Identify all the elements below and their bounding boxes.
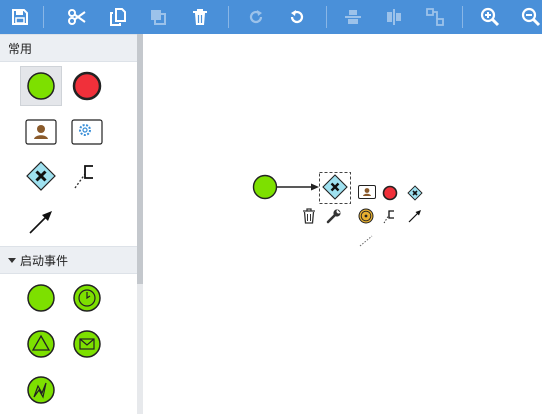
connector-button[interactable]: [422, 4, 448, 30]
copy-icon: [110, 8, 126, 26]
connector-icon: [426, 8, 444, 26]
service-task-icon: [71, 119, 103, 145]
wrench-icon: [326, 209, 341, 224]
palette-end-event[interactable]: [66, 66, 108, 106]
section-title: 常用: [8, 41, 33, 56]
align-vertical-button[interactable]: [381, 4, 407, 30]
diagram-canvas[interactable]: [143, 34, 542, 414]
palette-start-event[interactable]: [20, 66, 62, 106]
palette-sequence-flow[interactable]: [20, 202, 62, 242]
delete-button[interactable]: [187, 4, 213, 30]
shape-palette: 常用 启动事件: [0, 34, 137, 414]
exclusive-gateway-icon: [407, 185, 423, 201]
start-event-icon: [27, 72, 55, 100]
context-append-annotation[interactable]: [382, 208, 400, 226]
association-icon: [359, 235, 373, 247]
redo-icon: [249, 10, 263, 24]
context-connect-association[interactable]: [358, 232, 376, 250]
zoom-in-icon: [480, 7, 500, 27]
palette-exclusive-gateway[interactable]: [20, 156, 62, 196]
section-title: 启动事件: [20, 253, 69, 268]
palette-user-task[interactable]: [20, 112, 62, 152]
palette-service-task[interactable]: [66, 112, 108, 152]
start-none-event-icon: [27, 284, 55, 312]
toolbar-separator: [43, 6, 44, 28]
zoom-out-button[interactable]: [518, 4, 542, 30]
start-signal-event-icon: [27, 330, 55, 358]
zoom-out-icon: [521, 7, 541, 27]
palette-start-none-event[interactable]: [20, 278, 62, 318]
user-task-icon: [358, 185, 376, 199]
sequence-flow-icon: [29, 211, 52, 234]
toolbar-separator: [228, 6, 229, 28]
palette-section-start-events[interactable]: 启动事件: [0, 246, 137, 274]
exclusive-gateway-icon: [26, 161, 56, 191]
cut-button[interactable]: [64, 4, 90, 30]
start-event[interactable]: [252, 174, 278, 200]
align-horizontal-icon: [345, 10, 361, 24]
annotation-icon: [383, 210, 394, 224]
palette-annotation[interactable]: [66, 156, 108, 196]
exclusive-gateway[interactable]: [322, 174, 348, 200]
palette-start-message-event[interactable]: [66, 324, 108, 364]
sequence-flow-icon: [408, 210, 421, 223]
context-append-end-event[interactable]: [382, 185, 400, 203]
end-event-icon: [382, 185, 398, 201]
copy-button[interactable]: [105, 4, 131, 30]
context-append-gateway[interactable]: [407, 185, 425, 203]
context-connect-sequence-flow[interactable]: [407, 208, 425, 226]
intermediate-event-icon: [358, 208, 374, 224]
undo-icon: [290, 10, 304, 24]
save-button[interactable]: [7, 4, 33, 30]
delete-icon: [303, 208, 315, 224]
zoom-in-button[interactable]: [477, 4, 503, 30]
annotation-icon: [74, 165, 93, 189]
palette-start-timer-event[interactable]: [66, 278, 108, 318]
align-horizontal-button[interactable]: [340, 4, 366, 30]
user-task-icon: [25, 119, 57, 145]
context-delete-button[interactable]: [302, 208, 320, 226]
context-append-user-task[interactable]: [358, 185, 376, 203]
redo-button[interactable]: [243, 4, 269, 30]
toolbar-separator: [462, 6, 463, 28]
sequence-flow[interactable]: [277, 183, 319, 191]
toolbar-separator: [326, 6, 327, 28]
start-error-event-icon: [27, 376, 55, 404]
start-message-event-icon: [73, 330, 101, 358]
end-event-icon: [72, 71, 102, 101]
toolbar: [0, 0, 542, 34]
chevron-down-icon: [8, 257, 16, 263]
cut-icon: [68, 9, 86, 25]
undo-button[interactable]: [284, 4, 310, 30]
start-timer-event-icon: [73, 284, 101, 312]
context-append-intermediate-event[interactable]: [358, 208, 376, 226]
save-icon: [12, 9, 28, 25]
paste-button[interactable]: [145, 4, 171, 30]
palette-section-common[interactable]: 常用: [0, 34, 137, 62]
context-change-type-button[interactable]: [326, 208, 344, 226]
align-vertical-icon: [387, 9, 401, 25]
paste-icon: [151, 10, 166, 25]
delete-icon: [193, 9, 207, 25]
palette-start-signal-event[interactable]: [20, 324, 62, 364]
palette-start-error-event[interactable]: [20, 370, 62, 410]
